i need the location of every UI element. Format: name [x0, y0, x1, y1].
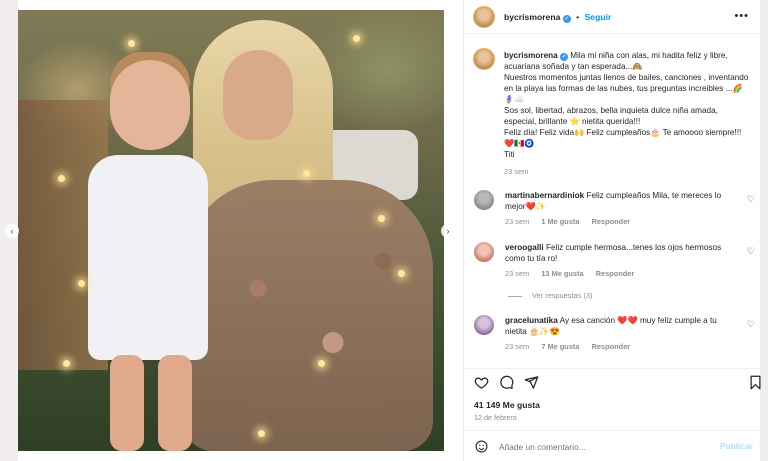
verified-icon: ✓ — [559, 53, 568, 61]
background-frame-right — [760, 0, 768, 461]
heart-icon[interactable]: ♡ — [747, 319, 755, 330]
likes-count[interactable]: 41 149 Me gusta — [474, 400, 540, 410]
comment-meta: 23 sem 1 Me gusta Responder — [505, 217, 640, 226]
photo-girl-dress — [88, 155, 208, 360]
add-comment-bar: Publicar — [464, 430, 761, 461]
comment-meta: 23 sem 13 Me gusta Responder — [505, 269, 644, 278]
post-photo — [18, 10, 444, 451]
more-options-icon[interactable]: ••• — [734, 10, 749, 22]
chevron-left-icon[interactable]: ‹ — [5, 224, 19, 238]
follow-button[interactable]: Seguir — [585, 12, 612, 22]
comment-body: gracelunatika Ay esa canción ❤️❤️ muy fe… — [505, 315, 740, 337]
photo-girl-leg — [110, 355, 144, 451]
comment-time[interactable]: 23 sem — [505, 217, 529, 226]
caption-text: Sos sol, libertad, abrazos, bella inquie… — [504, 106, 718, 126]
comment-time[interactable]: 23 sem — [505, 269, 529, 278]
view-replies-label: Ver respuestas (3) — [532, 291, 593, 300]
caption-username[interactable]: bycrismorena — [504, 51, 558, 60]
avatar[interactable] — [474, 190, 494, 210]
verified-icon: ✓ — [562, 15, 571, 23]
author-username[interactable]: bycrismorena — [504, 12, 560, 22]
heart-icon[interactable]: ♡ — [747, 246, 755, 257]
comment-username[interactable]: gracelunatika — [505, 316, 558, 325]
heart-icon[interactable] — [473, 375, 489, 391]
view-replies-button[interactable]: Ver respuestas (3) — [508, 291, 592, 300]
fairy-light — [318, 360, 325, 367]
reply-button[interactable]: Responder — [592, 342, 631, 351]
comment-body: martinabernardiniok Feliz cumpleaños Mil… — [505, 190, 740, 212]
separator-dot: • — [576, 12, 580, 22]
caption-text: Feliz día! Feliz vida🙌 Feliz cumpleaños🎂… — [504, 128, 742, 137]
caption-time[interactable]: 23 sem — [504, 166, 749, 177]
fairy-light — [398, 270, 405, 277]
action-bar — [464, 368, 761, 398]
comment-item: veroogalli Feliz cumple hermosa...tenes … — [474, 242, 759, 282]
fairy-light — [58, 175, 65, 182]
comment-item: martinabernardiniok Feliz cumpleaños Mil… — [474, 190, 759, 230]
share-icon[interactable] — [523, 375, 539, 391]
caption-text: ❤️🇲🇽🧿 — [504, 139, 535, 148]
avatar[interactable] — [474, 242, 494, 262]
chevron-right-icon[interactable]: › — [441, 224, 455, 238]
comment-icon[interactable] — [498, 375, 514, 391]
emoji-icon[interactable] — [475, 440, 488, 455]
heart-icon[interactable]: ♡ — [747, 194, 755, 205]
bookmark-icon[interactable] — [747, 375, 763, 391]
comment-likes[interactable]: 7 Me gusta — [541, 342, 579, 351]
caption-text: Titi — [504, 150, 515, 159]
photo-girl-leg — [158, 355, 192, 451]
post-header: bycrismorena ✓ • Seguir ••• — [464, 0, 761, 34]
comment-username[interactable]: veroogalli — [505, 243, 544, 252]
comment-time[interactable]: 23 sem — [505, 342, 529, 351]
comment-body: veroogalli Feliz cumple hermosa...tenes … — [505, 242, 740, 264]
fairy-light — [78, 280, 85, 287]
comment-meta: 23 sem 7 Me gusta Responder — [505, 342, 640, 351]
photo-woman-dress — [183, 180, 433, 451]
fairy-light — [128, 40, 135, 47]
caption-text: Nuestros momentos juntas llenos de baile… — [504, 73, 749, 93]
photo-girl-face — [110, 60, 190, 150]
avatar[interactable] — [473, 48, 495, 70]
fairy-light — [378, 215, 385, 222]
fairy-light — [303, 170, 310, 177]
reply-button[interactable]: Responder — [592, 217, 631, 226]
comment-likes[interactable]: 1 Me gusta — [541, 217, 579, 226]
publish-button[interactable]: Publicar — [720, 441, 753, 451]
comment-item: gracelunatika Ay esa canción ❤️❤️ muy fe… — [474, 315, 759, 355]
comment-likes[interactable]: 13 Me gusta — [541, 269, 583, 278]
post-panel: bycrismorena ✓ • Seguir ••• bycrismorena… — [463, 0, 761, 461]
reply-button[interactable]: Responder — [596, 269, 635, 278]
caption-text: 🪻☁️ — [504, 95, 525, 104]
fairy-light — [258, 430, 265, 437]
fairy-light — [353, 35, 360, 42]
comment-input[interactable] — [499, 440, 699, 454]
replies-divider — [508, 295, 522, 297]
avatar[interactable] — [473, 6, 495, 28]
post-caption: bycrismorena ✓ Mila mi niña con alas, mi… — [504, 50, 749, 177]
avatar[interactable] — [474, 315, 494, 335]
header-user-line: bycrismorena ✓ • Seguir — [504, 12, 611, 23]
fairy-light — [63, 360, 70, 367]
photo-woman-face — [223, 50, 293, 140]
comment-username[interactable]: martinabernardiniok — [505, 191, 584, 200]
post-date: 12 de febrero — [474, 413, 517, 422]
